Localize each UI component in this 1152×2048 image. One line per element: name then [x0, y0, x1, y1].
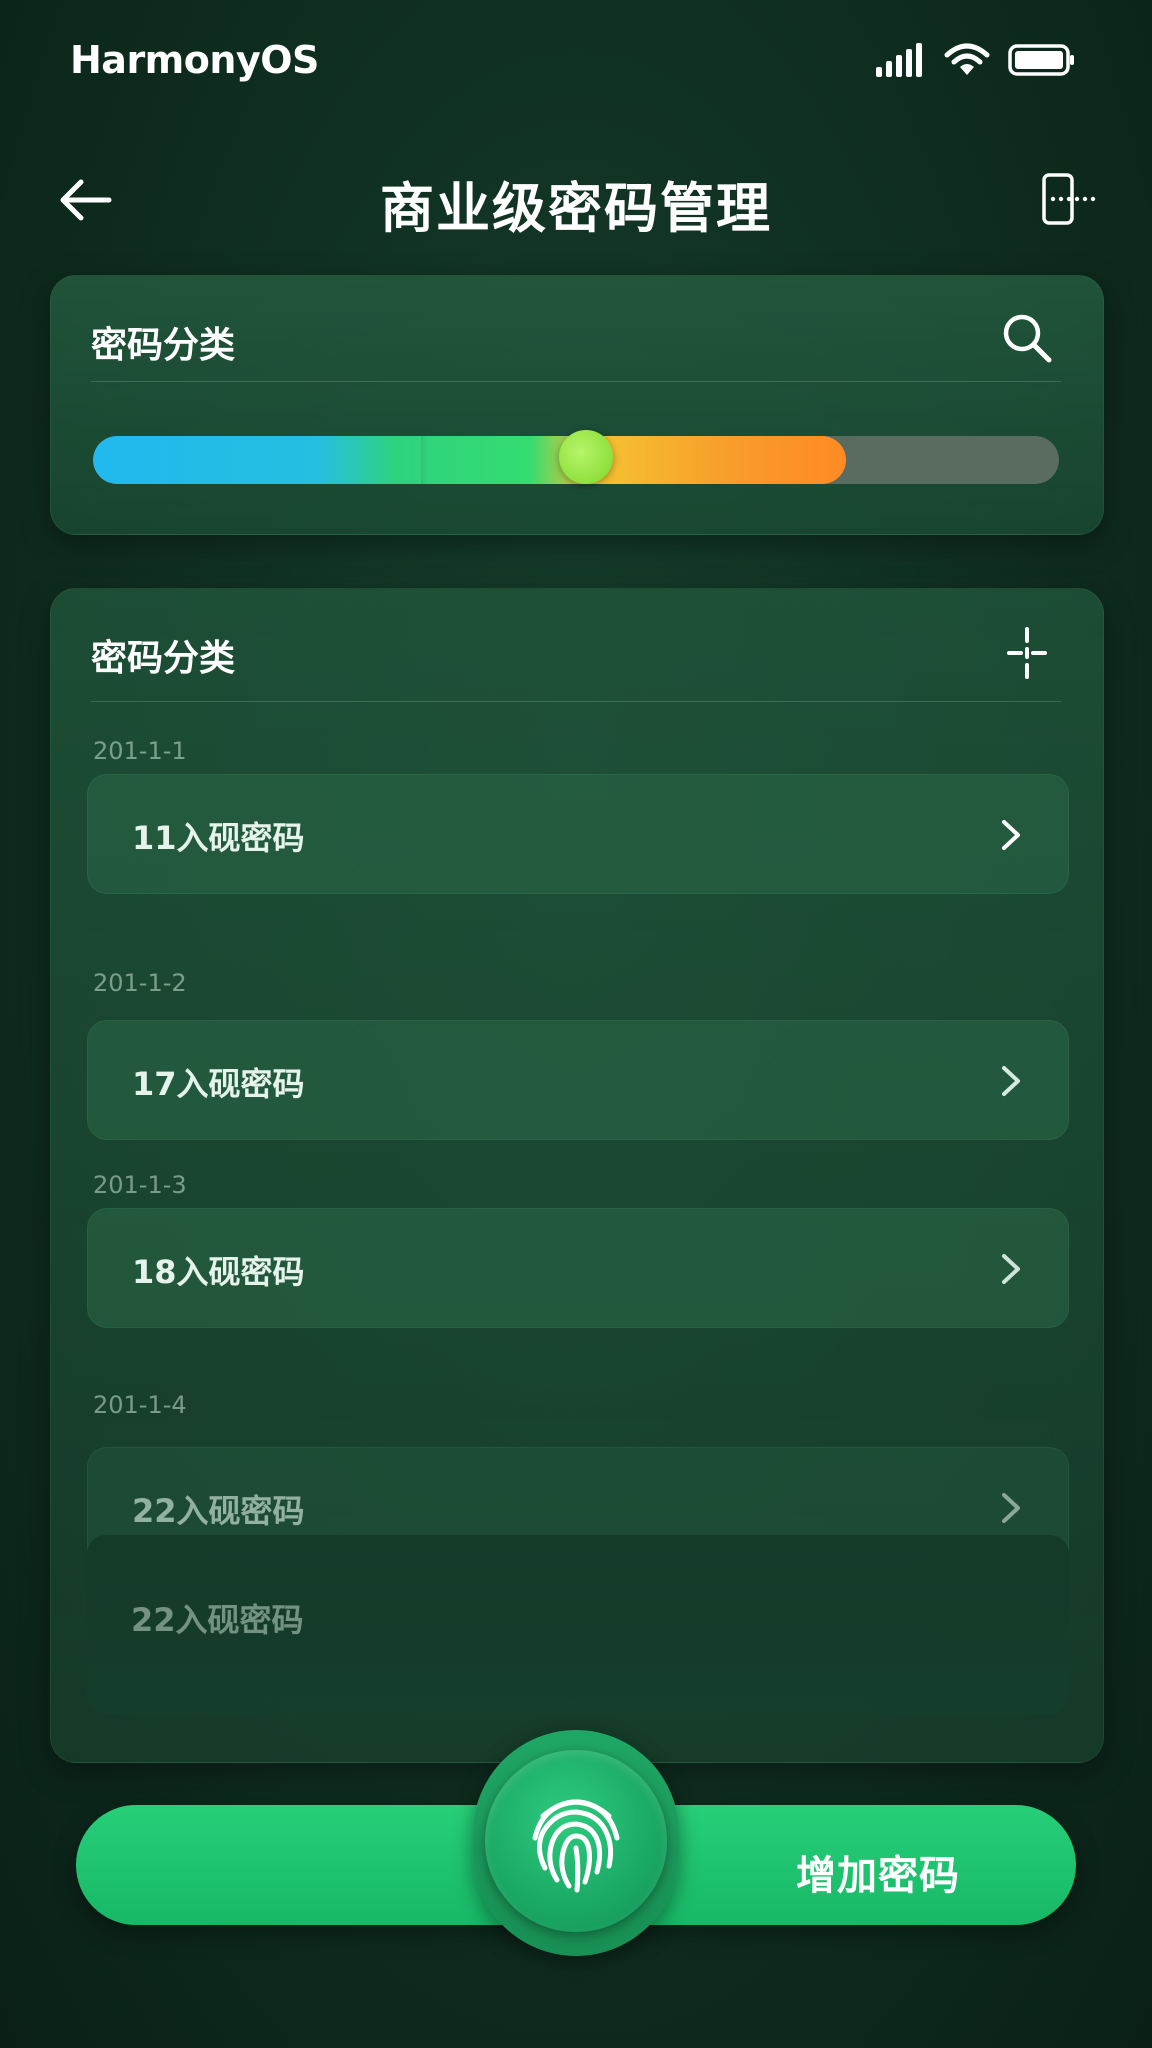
fingerprint-icon: [532, 1799, 620, 1893]
category-slider-seam: [421, 436, 427, 484]
group-date: 201-1-2: [93, 969, 187, 997]
header: 商业级密码管理: [0, 150, 1152, 250]
screen-split-button[interactable]: [1036, 164, 1106, 234]
wifi-icon: [944, 43, 990, 75]
os-name: HarmonyOS: [70, 38, 319, 82]
password-list-card: 密码分类 201-1-1 11入砚密码 201-1-2 17入砚密码 201-1…: [50, 588, 1104, 1763]
add-password-label: 增加密码: [796, 1853, 960, 1899]
category-card-divider: [91, 381, 1061, 382]
fingerprint-button[interactable]: [485, 1750, 667, 1932]
chevron-right-icon: [1002, 820, 1020, 850]
password-item[interactable]: 18入砚密码: [87, 1208, 1069, 1328]
category-slider-fill: [93, 436, 846, 484]
status-bar: HarmonyOS: [0, 0, 1152, 120]
group-date: 201-1-3: [93, 1171, 187, 1199]
overflow-item[interactable]: 22入砚密码: [87, 1534, 1069, 1714]
signal-icon: [876, 43, 922, 77]
search-icon: [1003, 314, 1052, 363]
page-title: 商业级密码管理: [380, 177, 772, 240]
overflow-item-label: 22入砚密码: [131, 1601, 304, 1639]
screen-split-icon: [1042, 173, 1096, 225]
password-item-label: 18入砚密码: [132, 1253, 305, 1291]
category-card-title: 密码分类: [91, 325, 236, 366]
list-card-title: 密码分类: [91, 638, 236, 679]
category-slider-thumb[interactable]: [559, 430, 613, 484]
password-item[interactable]: 17入砚密码: [87, 1020, 1069, 1140]
group-date: 201-1-1: [93, 737, 187, 765]
password-item-label: 22入砚密码: [132, 1492, 305, 1530]
chevron-right-icon: [1002, 1254, 1020, 1284]
search-button[interactable]: [995, 306, 1059, 370]
status-icons: [876, 40, 1076, 80]
chevron-right-icon: [1002, 1493, 1020, 1523]
password-item-label: 17入砚密码: [132, 1065, 305, 1103]
group-date: 201-1-4: [93, 1391, 187, 1419]
chevron-right-icon: [1002, 1066, 1020, 1096]
password-item[interactable]: 11入砚密码: [87, 774, 1069, 894]
battery-icon: [1008, 44, 1074, 76]
sort-button[interactable]: [995, 621, 1059, 685]
sort-icon: [1007, 627, 1047, 679]
list-card-divider: [91, 701, 1061, 702]
category-card: 密码分类: [50, 275, 1104, 535]
password-item-label: 11入砚密码: [132, 819, 305, 857]
